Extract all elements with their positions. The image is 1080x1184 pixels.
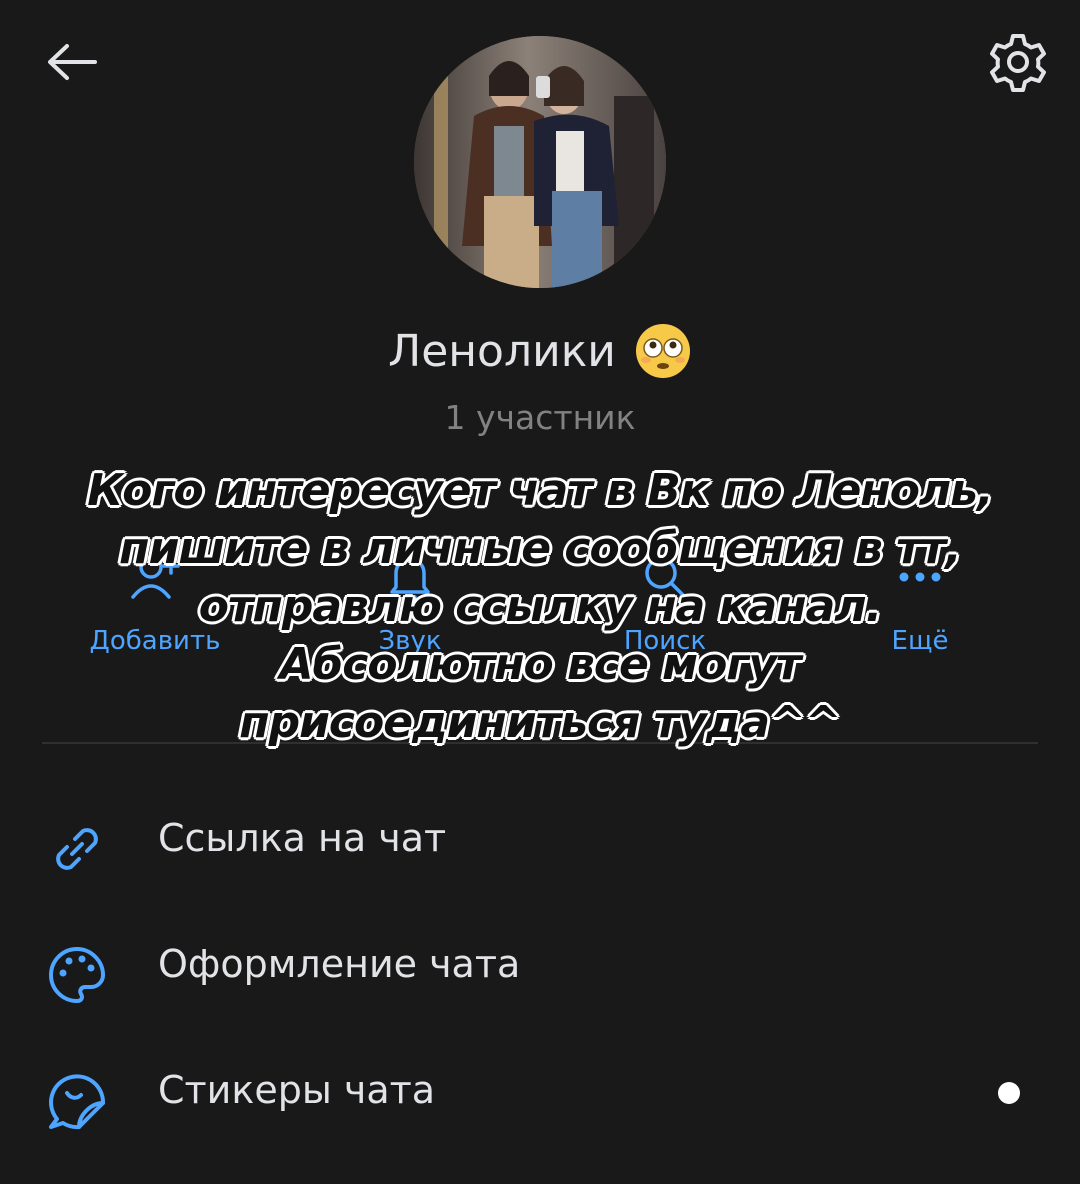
member-count: 1 участник [444, 398, 636, 437]
palette-icon [49, 947, 105, 1003]
chat-link-item[interactable]: Ссылка на чат [0, 792, 1080, 892]
chat-title: Ленолики [0, 322, 1080, 380]
back-button[interactable] [32, 22, 112, 102]
settings-button[interactable] [978, 22, 1058, 102]
chat-stickers-item[interactable]: Стикеры чата [0, 1044, 1080, 1144]
chat-theme-item[interactable]: Оформление чата [0, 918, 1080, 1018]
caption-line: отправлю ссылку на канал. [198, 581, 883, 632]
flushed-face-emoji [635, 324, 690, 378]
overlay-caption: Кого интересует чат в Вк по Леноль, пиши… [20, 462, 1060, 752]
caption-line: присоединиться туда^^ [239, 697, 842, 748]
chat-stickers-label: Стикеры чата [158, 1068, 436, 1112]
link-icon [56, 828, 98, 870]
sticker-icon [49, 1074, 106, 1130]
chat-link-label: Ссылка на чат [158, 816, 447, 860]
chat-title-text: Ленолики [388, 325, 616, 377]
caption-line: Кого интересует чат в Вк по Леноль, [87, 465, 993, 516]
caption-line: пишите в личные сообщения в тт, [119, 523, 962, 574]
caption-line: Абсолютно все могут [279, 639, 802, 690]
gear-icon [990, 34, 1046, 92]
arrow-left-icon [48, 44, 97, 80]
avatar-photo [414, 36, 666, 288]
chat-theme-label: Оформление чата [158, 942, 521, 986]
chat-avatar[interactable] [414, 36, 666, 288]
new-badge-dot [998, 1082, 1020, 1104]
